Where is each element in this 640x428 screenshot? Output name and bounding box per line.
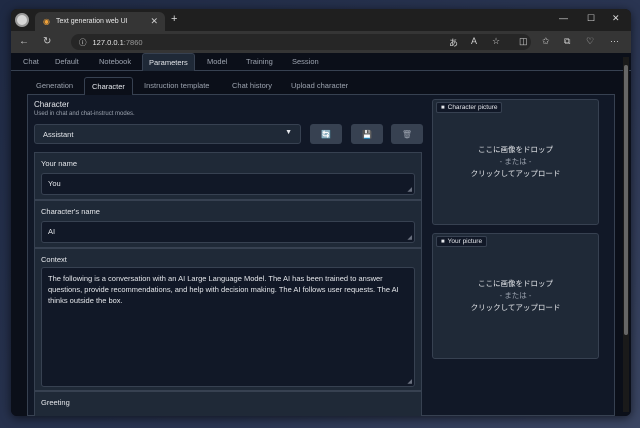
drop-line-3: クリックしてアップロード xyxy=(470,169,561,178)
resize-handle-icon[interactable]: ◢ xyxy=(407,186,412,193)
info-icon: ⓘ xyxy=(79,37,87,47)
refresh-icon: 🔄 xyxy=(321,129,331,139)
character-name-block: Character's name AI ◢ xyxy=(34,200,422,248)
subtab-upload-character[interactable]: Upload character xyxy=(284,77,355,95)
browser-tab[interactable]: ◉ Text generation web UI ✕ xyxy=(35,12,165,31)
resize-handle-icon[interactable]: ◢ xyxy=(407,234,412,241)
character-name-label: Character's name xyxy=(41,207,100,216)
browser-tab-title: Text generation web UI xyxy=(55,18,128,25)
drop-instructions: ここに画像をドロップ - または - クリックしてアップロード xyxy=(433,144,598,180)
tab-chat[interactable]: Chat xyxy=(17,53,45,71)
collections-icon[interactable]: ⧉ xyxy=(564,36,570,47)
save-icon: 💾 xyxy=(362,129,372,139)
sub-tabs: Generation Character Instruction templat… xyxy=(27,77,615,96)
tab-training[interactable]: Training xyxy=(240,53,279,71)
your-name-label: Your name xyxy=(41,159,77,168)
delete-button[interactable]: 🗑 xyxy=(391,124,423,144)
favicon-icon: ◉ xyxy=(43,17,50,26)
drop-line-2: - または - xyxy=(499,291,532,300)
app-area: Chat Default Notebook Parameters Model T… xyxy=(11,53,631,416)
your-picture-label: Your picture xyxy=(447,238,483,245)
new-tab-icon[interactable]: + xyxy=(171,13,177,25)
split-screen-icon[interactable]: ◫ xyxy=(519,36,528,47)
tab-strip: ◉ Text generation web UI ✕ + — ☐ ✕ xyxy=(11,9,631,31)
minimize-icon[interactable]: — xyxy=(559,13,568,23)
character-panel: Character Used in chat and chat-instruct… xyxy=(27,95,615,416)
favorites-icon[interactable]: ✩ xyxy=(542,36,550,47)
main-tabs: Chat Default Notebook Parameters Model T… xyxy=(11,53,631,71)
character-label: Character xyxy=(34,100,70,109)
favorite-icon[interactable]: ☆ xyxy=(492,36,500,47)
your-name-input[interactable]: You ◢ xyxy=(41,173,415,195)
character-picture-label-badge: ■ Character picture xyxy=(436,102,503,113)
back-icon[interactable]: ← xyxy=(19,36,29,47)
profile-avatar-icon[interactable] xyxy=(15,13,29,27)
your-picture-label-badge: ■ Your picture xyxy=(436,236,488,247)
tab-notebook[interactable]: Notebook xyxy=(93,53,137,71)
address-host: 127.0.0.1 xyxy=(92,37,124,47)
image-icon: ■ xyxy=(441,104,445,111)
heart-icon[interactable]: ♡ xyxy=(586,36,594,47)
read-aloud-icon[interactable]: A xyxy=(471,36,477,46)
translate-icon[interactable]: あ xyxy=(449,36,458,49)
subtab-generation[interactable]: Generation xyxy=(29,77,80,95)
trash-icon: 🗑 xyxy=(401,129,413,139)
address-bar[interactable]: ⓘ 127.0.0.1:7860 xyxy=(71,34,531,50)
context-block: Context The following is a conversation … xyxy=(34,248,422,391)
your-name-value: You xyxy=(48,179,61,188)
resize-handle-icon[interactable]: ◢ xyxy=(407,378,412,385)
maximize-icon[interactable]: ☐ xyxy=(587,13,595,24)
scrollbar-thumb[interactable] xyxy=(624,65,628,335)
context-label: Context xyxy=(41,255,67,264)
subtab-chat-history[interactable]: Chat history xyxy=(225,77,279,95)
character-info: Used in chat and chat-instruct modes. xyxy=(34,111,135,117)
greeting-label: Greeting xyxy=(41,398,70,407)
drop-line-2: - または - xyxy=(499,157,532,166)
greeting-block: Greeting xyxy=(34,391,422,416)
context-value: The following is a conversation with an … xyxy=(48,274,399,305)
subtab-instruction-template[interactable]: Instruction template xyxy=(137,77,216,95)
character-dropdown[interactable]: Assistant ▼ xyxy=(34,124,301,144)
your-name-block: Your name You ◢ xyxy=(34,152,422,200)
chevron-down-icon: ▼ xyxy=(285,129,292,136)
tab-default[interactable]: Default xyxy=(49,53,85,71)
character-name-value: AI xyxy=(48,227,56,236)
character-name-input[interactable]: AI ◢ xyxy=(41,221,415,243)
reload-icon[interactable]: ↻ xyxy=(43,36,51,47)
character-picture-dropzone[interactable]: ■ Character picture ここに画像をドロップ - または - ク… xyxy=(432,99,599,225)
drop-instructions: ここに画像をドロップ - または - クリックしてアップロード xyxy=(433,278,598,314)
save-button[interactable]: 💾 xyxy=(351,124,383,144)
tab-model[interactable]: Model xyxy=(201,53,233,71)
character-selected: Assistant xyxy=(43,129,74,139)
tab-parameters[interactable]: Parameters xyxy=(142,53,195,71)
drop-line-3: クリックしてアップロード xyxy=(470,303,561,312)
tab-session[interactable]: Session xyxy=(286,53,325,71)
image-icon: ■ xyxy=(441,238,445,245)
character-picture-label: Character picture xyxy=(447,104,498,111)
drop-line-1: ここに画像をドロップ xyxy=(478,279,553,288)
close-window-icon[interactable]: ✕ xyxy=(612,13,620,24)
browser-toolbar: ← ↻ ⓘ 127.0.0.1:7860 あ A ☆ ◫ ✩ ⧉ ♡ ⋯ xyxy=(11,31,631,53)
context-textarea[interactable]: The following is a conversation with an … xyxy=(41,267,415,387)
more-icon[interactable]: ⋯ xyxy=(610,36,619,47)
subtab-character[interactable]: Character xyxy=(84,77,133,96)
your-picture-dropzone[interactable]: ■ Your picture ここに画像をドロップ - または - クリックして… xyxy=(432,233,599,359)
close-tab-icon[interactable]: ✕ xyxy=(150,16,158,27)
drop-line-1: ここに画像をドロップ xyxy=(478,145,553,154)
refresh-button[interactable]: 🔄 xyxy=(310,124,342,144)
browser-window: ◉ Text generation web UI ✕ + — ☐ ✕ ← ↻ ⓘ… xyxy=(11,9,631,416)
address-port: :7860 xyxy=(123,37,143,47)
page-scrollbar[interactable] xyxy=(623,57,629,412)
